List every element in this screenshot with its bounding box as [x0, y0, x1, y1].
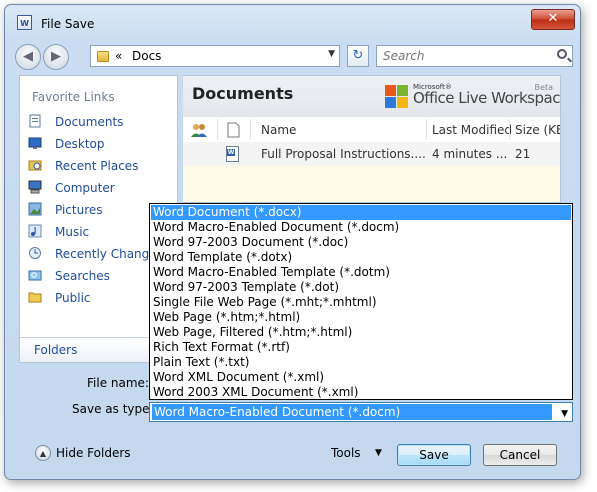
- back-button[interactable]: ◀: [15, 44, 41, 70]
- sidebar-item-label: Computer: [55, 181, 115, 195]
- dropdown-option[interactable]: Word Template (*.dotx): [151, 250, 571, 265]
- dropdown-option[interactable]: Word Document (*.docx): [151, 205, 571, 220]
- public-icon: [28, 292, 42, 303]
- sidebar-item-label: Searches: [55, 269, 110, 283]
- folders-label: Folders: [34, 343, 78, 357]
- dropdown-option[interactable]: Plain Text (*.txt): [151, 355, 571, 370]
- sidebar-item-label: Recently Changed: [55, 247, 165, 261]
- address-path[interactable]: Docs: [132, 49, 161, 63]
- recent-places-icon: [28, 160, 42, 171]
- sidebar-item-computer[interactable]: Computer: [28, 178, 173, 198]
- users-icon[interactable]: [190, 122, 208, 138]
- recently-changed-icon: [29, 247, 41, 259]
- page-title: Documents: [192, 84, 294, 103]
- column-divider[interactable]: [509, 119, 510, 140]
- column-header-last-modified[interactable]: Last Modified: [432, 123, 512, 137]
- save-as-type-dropdown-list: Word Document (*.docx) Word Macro-Enable…: [149, 203, 573, 400]
- pictures-icon: [28, 202, 42, 216]
- search-box[interactable]: [376, 45, 573, 67]
- sidebar-item-label: Music: [55, 225, 90, 239]
- file-list-pane: Documents Microsoft® Office Live Workspa…: [183, 75, 561, 203]
- sidebar-item-desktop[interactable]: Desktop: [28, 134, 173, 154]
- dropdown-option[interactable]: Web Page, Filtered (*.htm;*.html): [151, 325, 571, 340]
- logo-beta-text: Beta: [534, 83, 553, 92]
- save-as-type-value: Word Macro-Enabled Document (*.docm): [152, 404, 552, 420]
- navigation-bar: ◀ ▶ « Docs ▼ ↻: [15, 43, 575, 73]
- chevron-down-icon[interactable]: ▼: [375, 448, 382, 458]
- content-header: Documents Microsoft® Office Live Workspa…: [183, 76, 560, 117]
- dropdown-option[interactable]: Web Page (*.htm;*.html): [151, 310, 571, 325]
- searches-icon: [28, 270, 42, 281]
- word-document-icon: W: [226, 146, 239, 162]
- file-save-dialog: W File Save ✕ ◀ ▶ « Docs ▼ ↻ Favorite Li…: [4, 4, 581, 480]
- sidebar-item-label: Documents: [55, 115, 124, 129]
- office-live-workspace-logo: Microsoft® Office Live Workspace Beta: [385, 82, 560, 114]
- documents-icon: [29, 114, 41, 128]
- column-header-row: Name Last Modified Size (KE: [183, 117, 560, 143]
- sidebar-item-label: Desktop: [55, 137, 105, 151]
- sidebar-item-label: Recent Places: [55, 159, 139, 173]
- refresh-button[interactable]: ↻: [347, 45, 369, 67]
- music-icon: [28, 224, 42, 238]
- sidebar-item-label: Pictures: [55, 203, 103, 217]
- file-size: 21: [515, 147, 531, 161]
- close-button[interactable]: ✕: [531, 9, 575, 30]
- sidebar-item-recent-places[interactable]: Recent Places: [28, 156, 173, 176]
- dropdown-option[interactable]: Single File Web Page (*.mht;*.mhtml): [151, 295, 571, 310]
- window-title: File Save: [41, 17, 95, 31]
- dropdown-option[interactable]: Rich Text Format (*.rtf): [151, 340, 571, 355]
- title-bar: W File Save ✕: [5, 5, 580, 33]
- column-divider[interactable]: [217, 119, 218, 140]
- file-list-empty-area[interactable]: [183, 166, 560, 202]
- file-modified: 4 minutes ...: [432, 147, 508, 161]
- cancel-button[interactable]: Cancel: [483, 444, 557, 466]
- save-as-type-select[interactable]: Word Macro-Enabled Document (*.docm) ▼: [149, 402, 573, 422]
- file-name: Full Proposal Instructions....: [261, 147, 426, 161]
- dropdown-option[interactable]: Word Macro-Enabled Template (*.dotm): [151, 265, 571, 280]
- word-app-icon: W: [17, 15, 32, 30]
- chevron-down-icon[interactable]: ▼: [559, 406, 568, 422]
- column-header-name[interactable]: Name: [261, 123, 296, 137]
- sidebar-item-documents[interactable]: Documents: [28, 112, 173, 132]
- tools-menu-button[interactable]: Tools: [331, 446, 361, 460]
- document-type-icon[interactable]: [227, 122, 240, 138]
- save-button[interactable]: Save: [397, 444, 471, 466]
- file-name-label: File name:: [87, 376, 149, 390]
- hide-folders-label: Hide Folders: [56, 446, 131, 460]
- address-separator[interactable]: «: [115, 49, 122, 63]
- table-row[interactable]: W Full Proposal Instructions.... 4 minut…: [183, 142, 560, 166]
- address-bar[interactable]: « Docs ▼: [90, 45, 340, 67]
- chevron-up-icon: ▲: [35, 445, 51, 461]
- column-divider[interactable]: [250, 119, 251, 140]
- dropdown-option[interactable]: Word 2003 XML Document (*.xml): [151, 385, 571, 400]
- address-dropdown-icon[interactable]: ▼: [328, 49, 335, 59]
- dropdown-option[interactable]: Word 97-2003 Document (*.doc): [151, 235, 571, 250]
- computer-icon: [28, 180, 42, 194]
- favorite-links-header: Favorite Links: [32, 90, 115, 104]
- search-icon[interactable]: [557, 49, 567, 59]
- desktop-icon: [28, 137, 42, 149]
- dropdown-option[interactable]: Word XML Document (*.xml): [151, 370, 571, 385]
- office-logo-icon: [385, 85, 409, 109]
- forward-button[interactable]: ▶: [43, 44, 69, 70]
- column-header-size[interactable]: Size (KE: [515, 123, 560, 137]
- search-input[interactable]: [381, 48, 545, 64]
- sidebar-item-label: Public: [55, 291, 91, 305]
- dropdown-option[interactable]: Word 97-2003 Template (*.dot): [151, 280, 571, 295]
- save-as-type-label: Save as type:: [72, 402, 154, 416]
- folder-icon: [97, 51, 109, 62]
- dropdown-option[interactable]: Word Macro-Enabled Document (*.docm): [151, 220, 571, 235]
- column-divider[interactable]: [426, 119, 427, 140]
